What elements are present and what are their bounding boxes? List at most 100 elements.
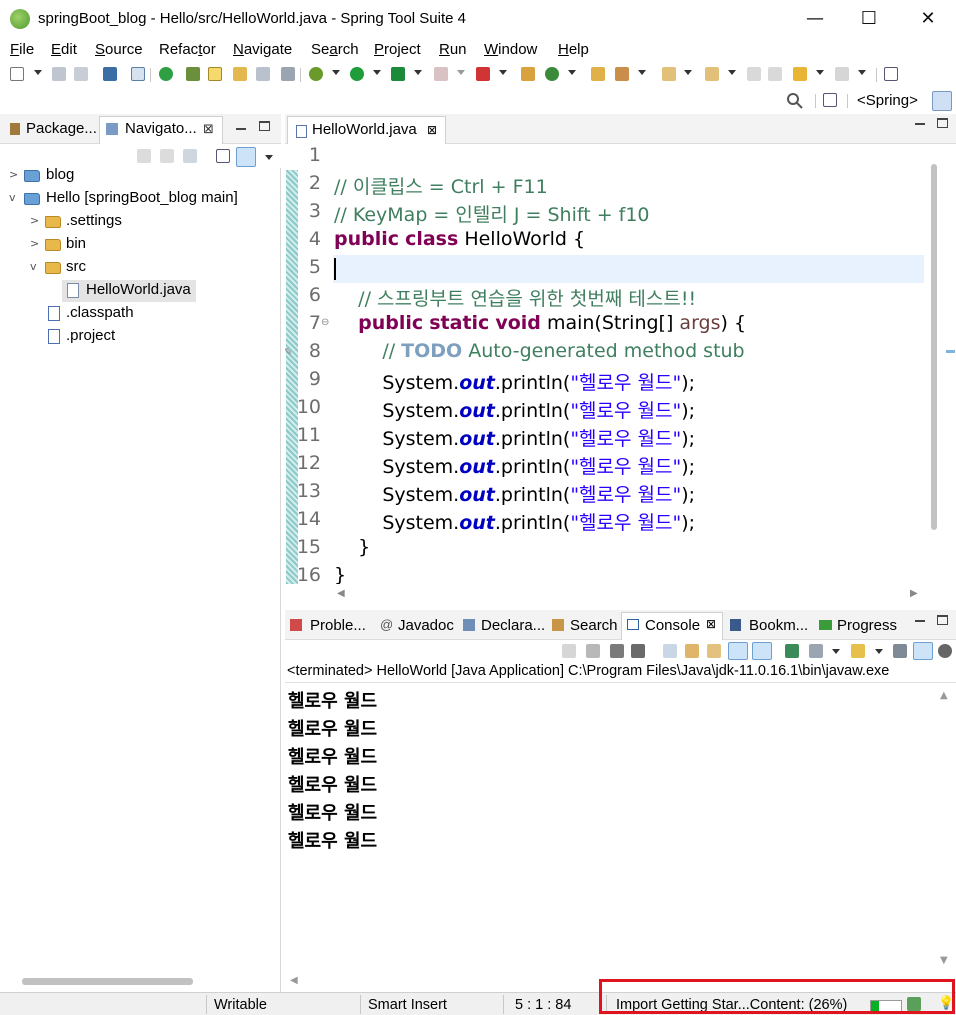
external-tools-icon[interactable] xyxy=(476,67,490,81)
back-icon[interactable] xyxy=(793,67,807,81)
close-button[interactable]: ✕ xyxy=(905,4,951,34)
scroll-right-arrow-icon[interactable]: ▶ xyxy=(910,588,918,599)
run-dropdown-arrow-icon[interactable] xyxy=(373,70,381,75)
search-toolbar-icon[interactable] xyxy=(615,67,629,81)
scroll-lock-icon[interactable] xyxy=(685,644,699,658)
word-wrap-icon[interactable] xyxy=(707,644,721,658)
expand-chevron-icon[interactable]: > xyxy=(30,237,39,250)
tree-item-classpath[interactable]: .classpath xyxy=(0,303,281,325)
copy-icon[interactable] xyxy=(893,644,907,658)
terminate-icon[interactable] xyxy=(586,644,600,658)
scroll-down-arrow-icon[interactable]: ▼ xyxy=(940,955,948,966)
tab-package-explorer[interactable]: Package... xyxy=(26,120,97,137)
tree-item-project-file[interactable]: .project xyxy=(0,326,281,348)
up-nav-icon[interactable] xyxy=(183,149,197,163)
link-with-editor-icon[interactable] xyxy=(236,147,256,167)
last-edit-forward-icon[interactable] xyxy=(768,67,782,81)
status-insert-mode[interactable]: Smart Insert xyxy=(368,997,447,1013)
scroll-up-arrow-icon[interactable]: ▲ xyxy=(940,690,948,701)
tab-javadoc[interactable]: Javadoc xyxy=(398,617,454,634)
spring-perspective-button[interactable]: <Spring> xyxy=(857,92,918,109)
show-whitespace-icon[interactable] xyxy=(281,67,295,81)
remove-launch-icon[interactable] xyxy=(610,644,624,658)
show-on-stderr-icon[interactable] xyxy=(752,642,772,660)
maximize-view-icon[interactable] xyxy=(259,121,270,131)
code-line[interactable]: // KeyMap = 인텔리 J = Shift + f10 xyxy=(334,200,650,227)
console-output[interactable]: 헬로우 월드 헬로우 월드 헬로우 월드 헬로우 월드 헬로우 월드 헬로우 월… xyxy=(285,682,956,972)
collapse-all-icon[interactable] xyxy=(216,149,230,163)
tab-problems[interactable]: Proble... xyxy=(310,617,366,634)
tree-item-bin[interactable]: > bin xyxy=(0,234,281,256)
menu-refactor[interactable]: Refactor xyxy=(159,41,216,58)
maximize-view-icon[interactable] xyxy=(937,615,948,625)
stop-dropdown-arrow-icon[interactable] xyxy=(457,70,465,75)
code-line[interactable]: System.out.println("헬로우 월드"); xyxy=(334,424,695,451)
code-line[interactable]: } xyxy=(334,564,346,584)
close-navigator-icon[interactable]: ⊠ xyxy=(203,122,214,137)
maximize-button[interactable]: ☐ xyxy=(846,4,892,34)
coverage-dropdown-arrow-icon[interactable] xyxy=(414,70,422,75)
code-line[interactable]: System.out.println("헬로우 월드"); xyxy=(334,452,695,479)
new-class-icon[interactable] xyxy=(545,67,559,81)
code-line[interactable]: public static void main(String[] args) { xyxy=(334,312,746,334)
console-link-icon[interactable] xyxy=(562,644,576,658)
toggle-mark-occurrences-icon[interactable] xyxy=(208,67,222,81)
forward-nav-icon[interactable] xyxy=(160,149,174,163)
open-perspective-icon[interactable] xyxy=(823,93,837,107)
task-marker-icon[interactable]: ✎ xyxy=(285,347,292,358)
expand-chevron-icon[interactable]: > xyxy=(30,214,39,227)
horizontal-scrollbar[interactable] xyxy=(22,978,193,985)
overview-ruler-marker[interactable] xyxy=(946,350,955,353)
show-on-stdout-icon[interactable] xyxy=(728,642,748,660)
minimize-view-icon[interactable] xyxy=(915,620,925,622)
console-vertical-scrollbar[interactable]: ▲ ▼ xyxy=(939,690,953,970)
code-line[interactable]: System.out.println("헬로우 월드"); xyxy=(334,508,695,535)
back-nav-icon[interactable] xyxy=(137,149,151,163)
minimize-view-icon[interactable] xyxy=(915,123,925,125)
forward-dropdown-arrow-icon[interactable] xyxy=(858,70,866,75)
tree-item-blog[interactable]: > blog xyxy=(0,165,281,187)
open-view-icon[interactable] xyxy=(884,67,898,81)
search-dropdown-arrow-icon[interactable] xyxy=(638,70,646,75)
coverage-icon[interactable] xyxy=(391,67,405,81)
stop-icon[interactable] xyxy=(434,67,448,81)
save-icon[interactable] xyxy=(52,67,66,81)
menu-navigate[interactable]: Navigate xyxy=(233,41,292,58)
previous-annotation-dropdown-arrow-icon[interactable] xyxy=(728,70,736,75)
terminal-icon[interactable] xyxy=(103,67,117,81)
menu-project[interactable]: Project xyxy=(374,41,421,58)
code-line[interactable]: // 이클립스 = Ctrl + F11 xyxy=(334,172,548,199)
menu-help[interactable]: Help xyxy=(558,41,589,58)
clear-console-icon[interactable] xyxy=(663,644,677,658)
next-annotation-icon[interactable] xyxy=(662,67,676,81)
code-line[interactable]: // TODO Auto-generated method stub xyxy=(334,340,744,362)
debug-icon[interactable] xyxy=(309,67,323,81)
code-line[interactable]: System.out.println("헬로우 월드"); xyxy=(334,396,695,423)
java-perspective-icon[interactable] xyxy=(932,91,952,111)
tree-item-hello-project[interactable]: v Hello [springBoot_blog main] xyxy=(0,188,281,210)
forward-icon[interactable] xyxy=(835,67,849,81)
code-editor[interactable]: 1 2// 이클립스 = Ctrl + F11 3// KeyMap = 인텔리 J… xyxy=(285,144,956,584)
open-type-icon[interactable] xyxy=(591,67,605,81)
open-console-icon[interactable] xyxy=(851,644,865,658)
search-icon[interactable] xyxy=(786,92,804,110)
tab-console[interactable]: Console xyxy=(645,617,700,634)
external-tools-dropdown-arrow-icon[interactable] xyxy=(499,70,507,75)
ansi-color-icon[interactable] xyxy=(913,642,933,660)
menu-search[interactable]: Search xyxy=(311,41,359,58)
toggle-breadcrumb-icon[interactable] xyxy=(233,67,247,81)
editor-vertical-scrollbar[interactable] xyxy=(931,164,937,530)
back-dropdown-arrow-icon[interactable] xyxy=(816,70,824,75)
tab-navigator[interactable]: Navigato... xyxy=(125,120,197,137)
collapse-chevron-icon[interactable]: v xyxy=(9,191,16,204)
skip-breakpoints-icon[interactable] xyxy=(131,67,145,81)
tab-bookmarks[interactable]: Bookm... xyxy=(749,617,808,634)
tab-progress[interactable]: Progress xyxy=(837,617,897,634)
remove-all-launches-icon[interactable] xyxy=(631,644,645,658)
fold-toggle-icon[interactable]: ⊖ xyxy=(321,317,329,328)
close-console-icon[interactable]: ⊠ xyxy=(706,617,716,631)
open-console-dropdown-icon[interactable] xyxy=(875,649,883,654)
code-line[interactable]: } xyxy=(334,536,370,558)
next-annotation-dropdown-arrow-icon[interactable] xyxy=(684,70,692,75)
new-icon[interactable] xyxy=(10,67,24,81)
